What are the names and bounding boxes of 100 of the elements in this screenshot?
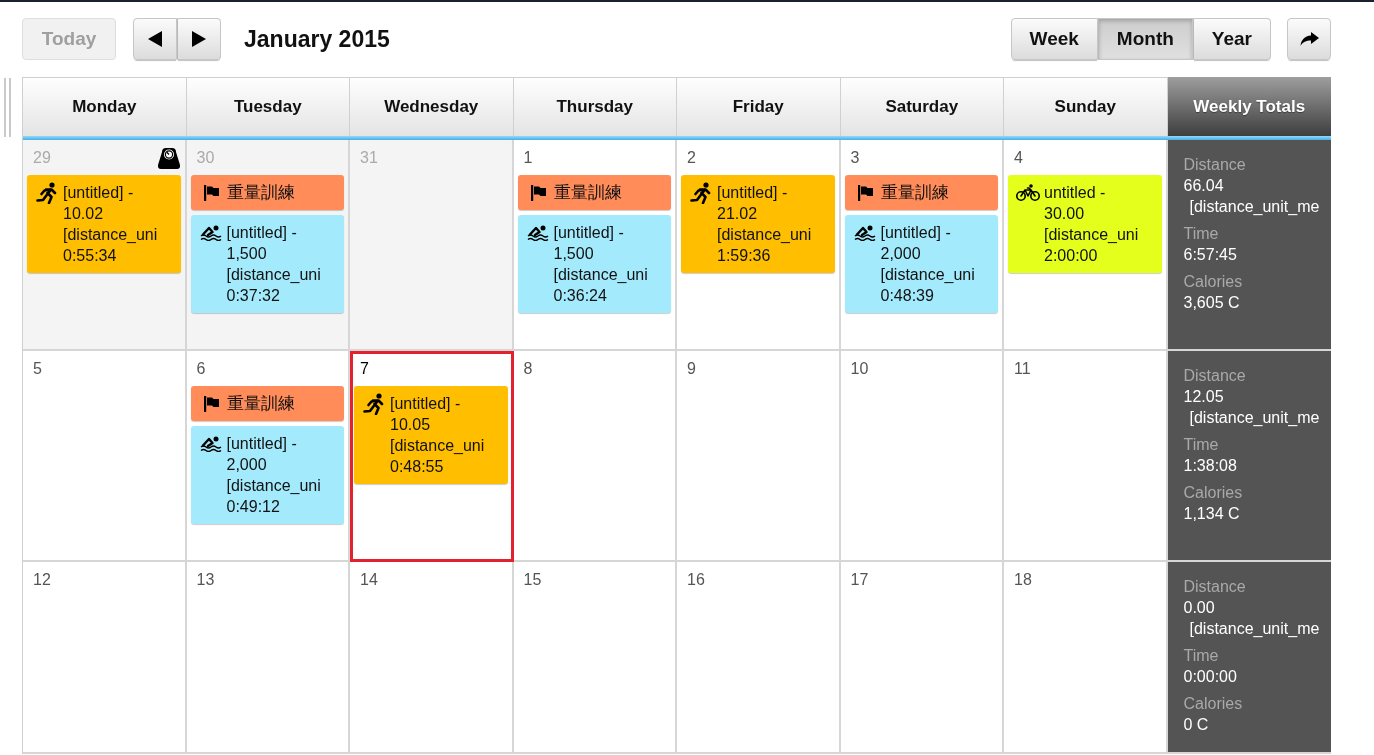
day-cell[interactable]: 12 bbox=[23, 562, 187, 754]
workout-card[interactable]: [untitled] - 2,000 [distance_uni 0:48:39 bbox=[844, 215, 998, 313]
day-cell[interactable]: 11 bbox=[1004, 351, 1168, 562]
totals-unit: [distance_unit_me bbox=[1188, 408, 1321, 428]
event-title: 重量訓練 bbox=[553, 182, 622, 203]
event-title: [untitled] - bbox=[63, 183, 135, 203]
day-cell[interactable]: 1 重量訓練 [untitled] - 1,500 [distance_uni 0:36:24 bbox=[513, 140, 677, 351]
day-cell[interactable]: 2 [untitled] - 21.02 [distance_uni 1:59:36 bbox=[677, 140, 841, 351]
workout-card[interactable]: [untitled] - 10.05 [distance_uni 0:48:55 bbox=[354, 386, 508, 484]
day-number: 3 bbox=[850, 149, 860, 167]
day-cell[interactable]: 30 重量訓練 [untitled] - 1,500 [distance_uni 0:37:32 bbox=[186, 140, 350, 351]
workout-card[interactable]: [untitled] - 10.02 [distance_uni 0:55:34 bbox=[27, 175, 181, 273]
day-cell[interactable]: 13 bbox=[186, 562, 350, 754]
day-cell[interactable]: 17 bbox=[840, 562, 1004, 754]
event-unit: [distance_uni bbox=[226, 265, 321, 285]
day-cell[interactable]: 10 bbox=[840, 351, 1004, 562]
day-number: 29 bbox=[33, 149, 51, 167]
workout-card[interactable]: 重量訓練 bbox=[844, 175, 998, 210]
next-button[interactable] bbox=[177, 18, 221, 60]
event-unit: [distance_uni bbox=[880, 265, 975, 285]
event-distance: 10.05 bbox=[390, 415, 432, 435]
view-tab[interactable]: Year bbox=[1192, 18, 1271, 60]
event-title: [untitled] - bbox=[553, 223, 625, 243]
event-unit: [distance_uni bbox=[1044, 225, 1139, 245]
swimmer-icon bbox=[199, 224, 222, 241]
day-cell[interactable]: 5 bbox=[23, 351, 187, 562]
event-unit: [distance_uni bbox=[390, 436, 485, 456]
swimmer-icon bbox=[526, 224, 549, 241]
workout-card[interactable]: 重量訓練 bbox=[190, 175, 344, 210]
day-number: 15 bbox=[523, 571, 542, 589]
totals-value: 6:57:45 bbox=[1183, 245, 1238, 265]
workout-card[interactable]: untitled - 30.00 [distance_uni 2:00:00 bbox=[1008, 175, 1162, 273]
day-number: 17 bbox=[850, 571, 869, 589]
day-cell[interactable]: 18 bbox=[1004, 562, 1168, 754]
day-number: 13 bbox=[196, 571, 215, 589]
workout-card[interactable]: 重量訓練 bbox=[190, 386, 344, 421]
day-cell[interactable]: 7 [untitled] - 10.05 [distance_uni 0:48:55 bbox=[350, 351, 514, 562]
day-cell[interactable]: 14 bbox=[350, 562, 514, 754]
day-number: 4 bbox=[1014, 149, 1023, 167]
right-arrow-icon bbox=[192, 31, 206, 47]
workout-card[interactable]: [untitled] - 1,500 [distance_uni 0:37:32 bbox=[190, 215, 344, 313]
left-arrow-icon bbox=[148, 31, 162, 47]
share-button[interactable] bbox=[1287, 18, 1331, 60]
workout-card[interactable]: [untitled] - 1,500 [distance_uni 0:36:24 bbox=[517, 215, 671, 313]
day-cell[interactable]: 3 重量訓練 [untitled] - 2,000 [distance_uni 0:48:39 bbox=[840, 140, 1004, 351]
totals-label: Calories bbox=[1183, 272, 1244, 292]
day-header: Sunday bbox=[1004, 77, 1168, 136]
day-number: 30 bbox=[196, 149, 215, 167]
view-tab[interactable]: Month bbox=[1097, 18, 1193, 60]
day-cell[interactable]: 16 bbox=[677, 562, 841, 754]
flag-icon bbox=[202, 395, 219, 412]
running-figure-icon bbox=[36, 181, 58, 204]
day-cell[interactable]: 4 untitled - 30.00 [distance_uni 2:00:00 bbox=[1004, 140, 1168, 351]
totals-value: 0.00 bbox=[1183, 598, 1216, 618]
day-number: 2 bbox=[687, 149, 696, 167]
day-cell[interactable]: 8 bbox=[513, 351, 677, 562]
event-title: 重量訓練 bbox=[226, 182, 295, 203]
day-cell[interactable]: 9 bbox=[677, 351, 841, 562]
event-distance: 2,000 bbox=[226, 455, 268, 475]
event-distance: 2,000 bbox=[880, 244, 922, 264]
day-number: 31 bbox=[360, 149, 378, 167]
day-number: 8 bbox=[523, 360, 533, 378]
view-tab[interactable]: Week bbox=[1010, 18, 1098, 60]
day-number: 9 bbox=[687, 360, 696, 378]
event-title: [untitled] - bbox=[226, 223, 298, 243]
day-number: 11 bbox=[1014, 360, 1031, 378]
event-duration: 1:59:36 bbox=[717, 246, 772, 266]
totals-value: 1:38:08 bbox=[1183, 456, 1238, 476]
bicycle-icon bbox=[1016, 184, 1040, 201]
event-unit: [distance_uni bbox=[63, 225, 158, 245]
event-distance: 1,500 bbox=[553, 244, 595, 264]
totals-label: Time bbox=[1183, 646, 1220, 666]
previous-button[interactable] bbox=[133, 18, 177, 60]
event-title: [untitled] - bbox=[880, 223, 952, 243]
running-figure-icon bbox=[690, 181, 712, 204]
event-title: untitled - bbox=[1044, 183, 1107, 203]
totals-label: Time bbox=[1183, 435, 1220, 455]
event-title: 重量訓練 bbox=[880, 182, 949, 203]
grip-icon[interactable] bbox=[4, 78, 11, 137]
flag-icon bbox=[856, 184, 873, 201]
totals-label: Distance bbox=[1183, 155, 1247, 175]
event-duration: 0:48:55 bbox=[390, 457, 445, 477]
workout-card[interactable]: 重量訓練 bbox=[517, 175, 671, 210]
event-title: [untitled] - bbox=[390, 394, 462, 414]
event-distance: 1,500 bbox=[226, 244, 268, 264]
totals-unit: [distance_unit_me bbox=[1188, 197, 1321, 217]
event-duration: 0:55:34 bbox=[63, 246, 118, 266]
event-title: [untitled] - bbox=[717, 183, 789, 203]
event-duration: 0:36:24 bbox=[553, 286, 608, 306]
day-header: Monday bbox=[23, 77, 187, 136]
swimmer-icon bbox=[853, 224, 876, 241]
totals-header: Weekly Totals bbox=[1167, 77, 1331, 136]
day-cell[interactable]: 6 重量訓練 [untitled] - 2,000 [distance_uni 0:49:12 bbox=[186, 351, 350, 562]
day-number: 16 bbox=[687, 571, 705, 589]
workout-card[interactable]: [untitled] - 21.02 [distance_uni 1:59:36 bbox=[681, 175, 835, 273]
workout-card[interactable]: [untitled] - 2,000 [distance_uni 0:49:12 bbox=[190, 426, 344, 524]
day-cell[interactable]: 15 bbox=[513, 562, 677, 754]
event-title: 重量訓練 bbox=[226, 393, 295, 414]
event-duration: 0:48:39 bbox=[880, 286, 935, 306]
day-cell[interactable]: 29 [untitled] - 10.02 [distance_uni 0:55:34 bbox=[23, 140, 187, 351]
